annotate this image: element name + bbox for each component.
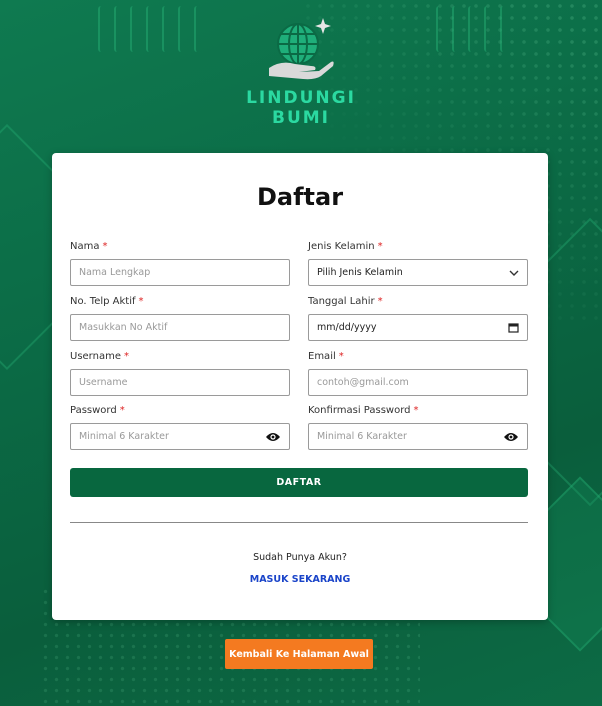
tanggal-lahir-input[interactable]: mm/dd/yyyy bbox=[308, 314, 528, 341]
konfirmasi-password-label: Konfirmasi Password bbox=[308, 405, 411, 416]
telp-label: No. Telp Aktif bbox=[70, 296, 136, 307]
wave-decoration bbox=[452, 6, 460, 52]
wave-decoration bbox=[114, 6, 122, 52]
jenis-kelamin-select[interactable]: Pilih Jenis Kelamin bbox=[308, 259, 528, 286]
wave-decoration bbox=[436, 6, 444, 52]
password-label: Password bbox=[70, 405, 117, 416]
konfirmasi-password-field: Konfirmasi Password * Minimal 6 Karakter bbox=[308, 405, 528, 450]
email-placeholder: contoh@gmail.com bbox=[317, 377, 409, 388]
have-account-text: Sudah Punya Akun? bbox=[253, 552, 347, 563]
email-input[interactable]: contoh@gmail.com bbox=[308, 369, 528, 396]
nama-label: Nama bbox=[70, 241, 100, 252]
wave-decoration bbox=[98, 6, 106, 52]
email-label: Email bbox=[308, 351, 336, 362]
telp-field: No. Telp Aktif * Masukkan No Aktif bbox=[70, 296, 290, 341]
username-placeholder: Username bbox=[79, 377, 128, 388]
page-title: Daftar bbox=[256, 183, 344, 211]
wave-decoration bbox=[484, 6, 492, 52]
telp-placeholder: Masukkan No Aktif bbox=[79, 322, 168, 333]
email-field: Email * contoh@gmail.com bbox=[308, 351, 528, 396]
konfirmasi-password-placeholder: Minimal 6 Karakter bbox=[317, 431, 407, 442]
wave-decoration bbox=[500, 6, 508, 52]
telp-input[interactable]: Masukkan No Aktif bbox=[70, 314, 290, 341]
divider bbox=[70, 522, 528, 523]
password-placeholder: Minimal 6 Karakter bbox=[79, 431, 169, 442]
chevron-down-icon bbox=[509, 270, 519, 276]
tanggal-lahir-value: mm/dd/yyyy bbox=[317, 322, 377, 333]
tanggal-lahir-field: Tanggal Lahir * mm/dd/yyyy bbox=[308, 296, 528, 341]
globe-hand-icon bbox=[269, 18, 334, 80]
password-field: Password * Minimal 6 Karakter bbox=[70, 405, 290, 450]
wave-decoration bbox=[162, 6, 170, 52]
username-field: Username * Username bbox=[70, 351, 290, 396]
username-label: Username bbox=[70, 351, 121, 362]
brand-name: LINDUNGI BUMI bbox=[246, 88, 356, 128]
jenis-kelamin-field: Jenis Kelamin * Pilih Jenis Kelamin bbox=[308, 241, 528, 286]
jenis-kelamin-value: Pilih Jenis Kelamin bbox=[317, 267, 403, 278]
eye-icon[interactable] bbox=[503, 432, 519, 442]
nama-field: Nama * Nama Lengkap bbox=[70, 241, 290, 286]
password-input[interactable]: Minimal 6 Karakter bbox=[70, 423, 290, 450]
username-input[interactable]: Username bbox=[70, 369, 290, 396]
back-home-button[interactable]: Kembali Ke Halaman Awal bbox=[225, 639, 373, 669]
required-mark: * bbox=[377, 241, 383, 252]
required-mark: * bbox=[119, 405, 125, 416]
brand-logo[interactable]: LINDUNGI BUMI bbox=[216, 16, 386, 128]
login-link[interactable]: MASUK SEKARANG bbox=[52, 574, 548, 585]
jenis-kelamin-label: Jenis Kelamin bbox=[308, 241, 375, 252]
required-mark: * bbox=[138, 296, 144, 307]
required-mark: * bbox=[123, 351, 129, 362]
required-mark: * bbox=[413, 405, 419, 416]
required-mark: * bbox=[102, 241, 108, 252]
wave-decoration bbox=[130, 6, 138, 52]
eye-icon[interactable] bbox=[265, 432, 281, 442]
calendar-icon[interactable] bbox=[508, 322, 519, 333]
konfirmasi-password-input[interactable]: Minimal 6 Karakter bbox=[308, 423, 528, 450]
register-card: Daftar Nama * Nama Lengkap Jenis Kelamin *… bbox=[52, 153, 548, 620]
wave-decoration bbox=[146, 6, 154, 52]
nama-placeholder: Nama Lengkap bbox=[79, 267, 151, 278]
required-mark: * bbox=[377, 296, 383, 307]
wave-decoration bbox=[468, 6, 476, 52]
wave-decoration bbox=[194, 6, 202, 52]
tanggal-lahir-label: Tanggal Lahir bbox=[308, 296, 375, 307]
required-mark: * bbox=[338, 351, 344, 362]
daftar-button[interactable]: DAFTAR bbox=[70, 468, 528, 497]
nama-input[interactable]: Nama Lengkap bbox=[70, 259, 290, 286]
wave-decoration bbox=[178, 6, 186, 52]
